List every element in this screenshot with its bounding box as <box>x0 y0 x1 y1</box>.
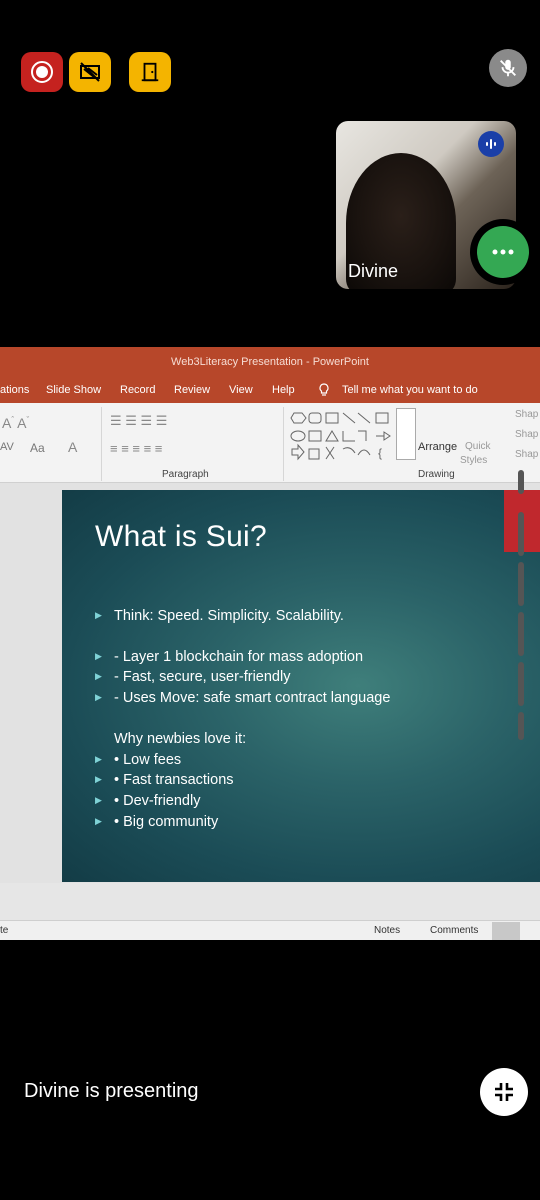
tab-record[interactable]: Record <box>120 384 155 396</box>
drawing-group-label: Drawing <box>418 469 455 480</box>
status-left-text: te <box>0 925 9 936</box>
shape-effects[interactable]: Shap <box>515 449 538 460</box>
more-horizontal-icon <box>492 249 514 255</box>
leave-button[interactable] <box>129 52 171 92</box>
why-bullet: • Low fees <box>95 752 181 768</box>
gallery-more-button[interactable] <box>396 408 416 460</box>
comments-button[interactable]: Comments <box>430 925 478 936</box>
scrollbar-segment[interactable] <box>518 512 524 556</box>
slide: What is Sui? Think: Speed. Simplicity. S… <box>62 490 540 882</box>
slide-title: What is Sui? <box>95 520 267 553</box>
why-heading: Why newbies love it: <box>114 731 247 747</box>
shape-fill[interactable]: Shap <box>515 409 538 420</box>
status-bar: te Notes Comments <box>0 920 540 940</box>
scrollbar-segment[interactable] <box>518 612 524 656</box>
exit-fullscreen-button[interactable] <box>480 1068 528 1116</box>
scrollbar-segment[interactable] <box>518 712 524 740</box>
more-options-button[interactable] <box>470 219 536 285</box>
slide-bullet: - Uses Move: safe smart contract languag… <box>95 690 390 706</box>
font-color-icon[interactable]: A <box>68 439 77 455</box>
shape-outline[interactable]: Shap <box>515 429 538 440</box>
door-icon <box>141 62 159 82</box>
svg-text:{: { <box>378 446 382 460</box>
slide-bullet: - Layer 1 blockchain for mass adoption <box>95 649 363 665</box>
screen-share-off-icon <box>80 62 100 82</box>
ribbon: Aˆ Aˇ AV Aa A ☰ ☰ ☰ ☰ ≡ ≡ ≡ ≡ ≡ Paragrap… <box>0 403 540 483</box>
paragraph-group-label: Paragraph <box>162 469 209 480</box>
slide-bullet: - Fast, secure, user-friendly <box>95 669 291 685</box>
scrollbar-thumb[interactable] <box>518 470 524 494</box>
tab-animations[interactable]: ations <box>0 384 29 396</box>
why-bullet: • Dev-friendly <box>95 793 201 809</box>
char-spacing[interactable]: AV <box>0 441 14 453</box>
slide-bullet: Think: Speed. Simplicity. Scalability. <box>95 608 344 624</box>
tell-me-search[interactable]: Tell me what you want to do <box>342 384 478 396</box>
normal-view-button[interactable] <box>492 922 520 940</box>
tab-help[interactable]: Help <box>272 384 295 396</box>
why-bullet: • Big community <box>95 814 218 830</box>
tab-view[interactable]: View <box>229 384 253 396</box>
arrange-button[interactable]: Arrange <box>418 441 457 453</box>
why-bullet: • Fast transactions <box>95 772 233 788</box>
record-button[interactable] <box>21 52 63 92</box>
shapes-gallery-icon[interactable]: { <box>290 409 395 461</box>
tab-slide-show[interactable]: Slide Show <box>46 384 101 396</box>
presenting-label: Divine is presenting <box>24 1080 199 1102</box>
align-icon[interactable]: ≡ ≡ ≡ ≡ ≡ <box>110 441 162 456</box>
quick-styles-label-1[interactable]: Quick <box>465 441 491 452</box>
scrollbar-segment[interactable] <box>518 562 524 606</box>
mic-off-icon <box>500 59 516 77</box>
audio-level-icon <box>486 139 496 149</box>
scrollbar-segment[interactable] <box>518 662 524 706</box>
tab-review[interactable]: Review <box>174 384 210 396</box>
screen-share-off-button[interactable] <box>69 52 111 92</box>
exit-fullscreen-icon <box>495 1083 513 1101</box>
record-icon <box>31 61 53 83</box>
participant-name: Divine <box>348 261 399 281</box>
ppt-title: Web3Literacy Presentation - PowerPoint <box>0 347 540 377</box>
mic-toggle-button[interactable] <box>489 49 527 87</box>
ribbon-tabs: ations Slide Show Record Review View Hel… <box>0 377 540 403</box>
quick-styles-label-2[interactable]: Styles <box>460 455 487 466</box>
change-case[interactable]: Aa <box>30 441 45 455</box>
notes-button[interactable]: Notes <box>374 925 400 936</box>
lightbulb-icon <box>319 383 329 396</box>
bullets-icon[interactable]: ☰ ☰ ☰ ☰ <box>110 413 167 429</box>
speaking-indicator <box>478 131 504 157</box>
